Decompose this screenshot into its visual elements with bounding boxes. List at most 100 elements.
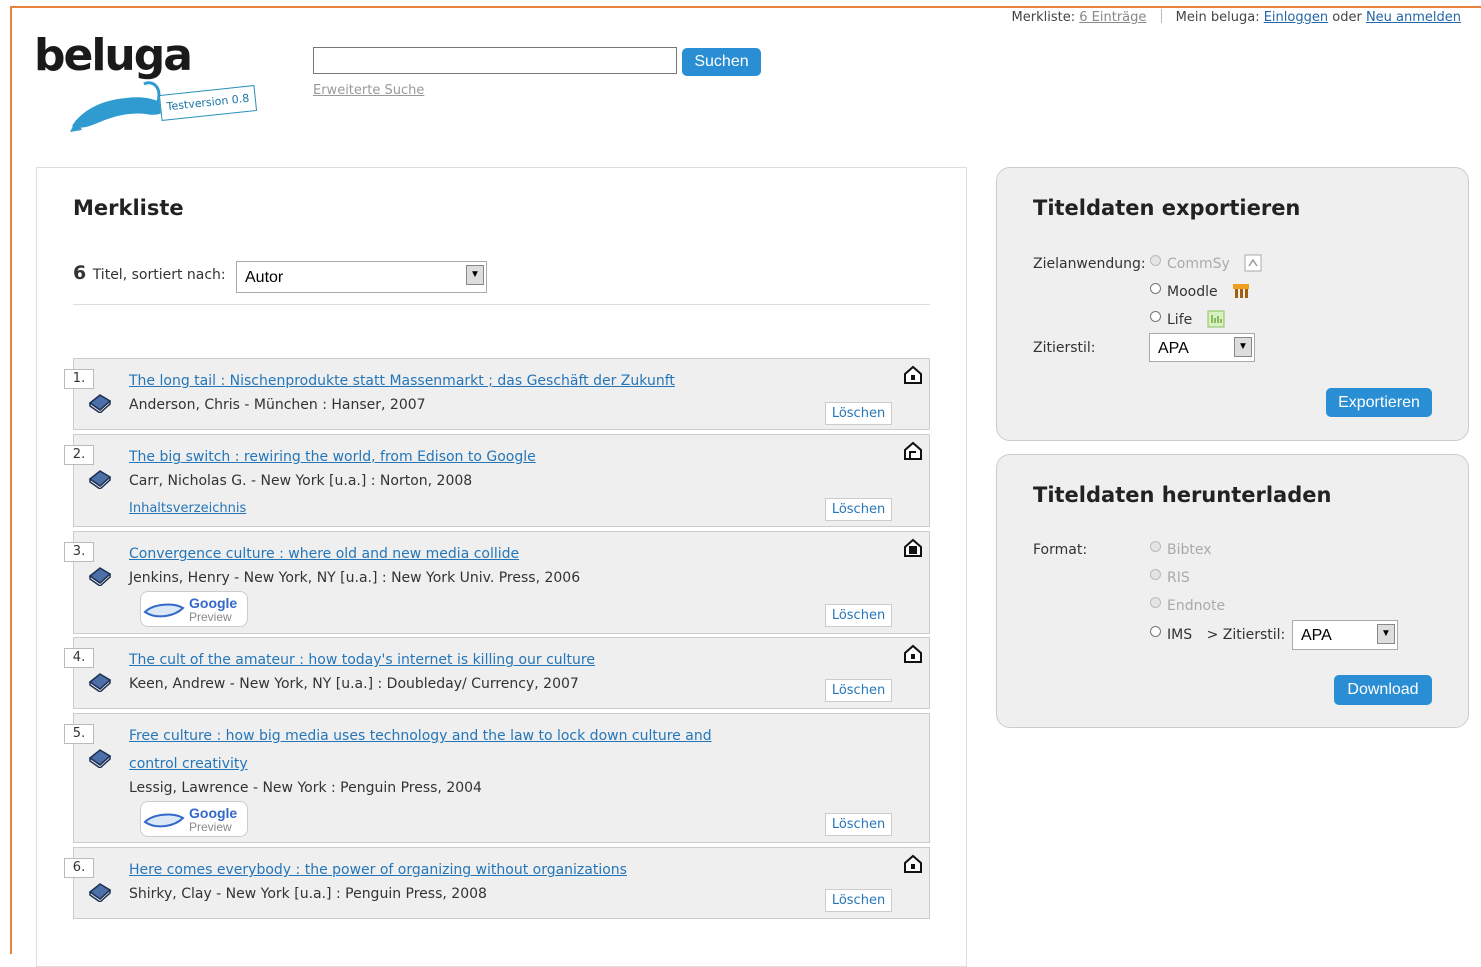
item-title-line1[interactable]: Free culture : how big media uses techno… [129,728,712,744]
radio-button[interactable] [1150,597,1161,608]
frame-top-border [10,6,1481,8]
item-meta: Keen, Andrew - New York, NY [u.a.] : Dou… [129,676,579,692]
topbar-divider [1160,9,1162,23]
top-bar: Merkliste: 6 Einträge Mein beluga: Einlo… [1012,9,1461,25]
chevron-down-icon[interactable]: ▼ [1377,624,1395,644]
preview-label: Preview [189,610,232,624]
preview-label: Preview [189,820,232,834]
book-preview-icon [143,603,185,618]
house-icon[interactable] [903,644,923,664]
house-icon[interactable] [903,441,923,461]
item-title-link[interactable]: The big switch : rewiring the world, fro… [129,443,749,471]
item-meta: Lessig, Lawrence - New York : Penguin Pr… [129,780,482,796]
delete-button[interactable]: Löschen [825,604,892,627]
export-cite-value: APA [1158,340,1189,357]
google-preview-button[interactable]: Google Preview [140,801,248,837]
logo-wordmark: beluga [34,30,193,81]
item-title-link[interactable]: The cult of the amateur : how today's in… [129,646,749,674]
mein-beluga-label: Mein beluga: [1175,10,1260,25]
house-icon[interactable] [903,538,923,558]
list-item: 1. The long tail : Nischenprodukte statt… [64,358,930,430]
item-title-line2[interactable]: control creativity [129,756,248,772]
download-button[interactable]: Download [1334,675,1432,705]
merkliste-label: Merkliste: [1011,10,1076,25]
radio-button[interactable] [1150,626,1161,637]
delete-button[interactable]: Löschen [825,402,892,425]
login-link[interactable]: Einloggen [1264,10,1328,25]
merkliste-link[interactable]: 6 Einträge [1079,10,1146,25]
radio-commsy[interactable]: CommSy [1150,254,1262,272]
chevron-down-icon[interactable]: ▼ [466,265,484,285]
ims-cite-label: > Zitierstil: [1206,627,1286,643]
download-cite-value: APA [1301,627,1332,644]
preview-brand: Google [189,595,238,611]
house-icon[interactable] [903,365,923,385]
item-count: 6 [73,262,87,284]
download-title: Titeldaten herunterladen [1033,483,1332,507]
list-item: 2. The big switch : rewiring the world, … [64,434,930,527]
radio-bibtex[interactable]: Bibtex [1150,541,1212,558]
cite-style-label: Zitierstil: [1033,340,1096,356]
item-title-link[interactable]: Convergence culture : where old and new … [129,540,749,568]
moodle-label: Moodle [1167,284,1218,300]
item-number: 3. [64,542,94,562]
export-cite-select[interactable]: APA ▼ [1149,333,1255,362]
register-link[interactable]: Neu anmelden [1366,10,1461,25]
item-title-link[interactable]: Here comes everybody : the power of orga… [129,856,749,884]
radio-moodle[interactable]: Moodle [1150,282,1250,300]
radio-button[interactable] [1150,541,1161,552]
radio-endnote[interactable]: Endnote [1150,597,1225,614]
item-meta: Jenkins, Henry - New York, NY [u.a.] : N… [129,570,581,586]
item-title-link[interactable]: Free culture : how big media uses techno… [129,722,749,778]
delete-button[interactable]: Löschen [825,889,892,912]
radio-button[interactable] [1150,283,1161,294]
radio-ims[interactable]: IMS > Zitierstil: [1150,626,1285,643]
delete-button[interactable]: Löschen [825,498,892,521]
radio-button[interactable] [1150,569,1161,580]
item-title-link[interactable]: The long tail : Nischenprodukte statt Ma… [129,367,749,395]
radio-life[interactable]: Life [1150,310,1225,328]
bibtex-label: Bibtex [1167,542,1212,558]
toc-link[interactable]: Inhaltsverzeichnis [129,501,246,516]
item-meta: Shirky, Clay - New York [u.a.] : Penguin… [129,886,487,902]
sort-select-value: Autor [245,269,284,286]
target-app-label: Zielanwendung: [1033,256,1146,272]
export-button[interactable]: Exportieren [1326,388,1432,417]
life-icon [1207,310,1225,328]
radio-ris[interactable]: RIS [1150,569,1190,586]
book-icon [88,673,112,692]
house-icon[interactable] [903,854,923,874]
chevron-down-icon[interactable]: ▼ [1234,337,1252,357]
download-cite-select[interactable]: APA ▼ [1292,620,1398,650]
export-title: Titeldaten exportieren [1033,196,1301,220]
page-title: Merkliste [73,196,184,220]
item-number: 2. [64,445,94,465]
merkliste-panel: Merkliste 6 Titel, sortiert nach: Autor … [36,167,967,967]
commsy-icon [1244,254,1262,272]
radio-button[interactable] [1150,311,1161,322]
search-button[interactable]: Suchen [682,48,761,76]
item-number: 5. [64,724,94,744]
delete-button[interactable]: Löschen [825,813,892,836]
frame-left-border [10,6,12,954]
list-item: 3. Convergence culture : where old and n… [64,531,930,634]
beluga-logo[interactable]: beluga Testversion 0.8 [34,30,264,132]
search-input[interactable] [313,47,677,74]
item-meta: Carr, Nicholas G. - New York [u.a.] : No… [129,473,473,489]
delete-button[interactable]: Löschen [825,679,892,702]
book-icon [88,749,112,768]
book-icon [88,567,112,586]
item-number: 1. [64,369,94,389]
sort-select[interactable]: Autor ▼ [236,261,487,293]
book-icon [88,883,112,902]
commsy-label: CommSy [1167,256,1230,272]
advanced-search-link[interactable]: Erweiterte Suche [313,83,424,98]
endnote-label: Endnote [1167,598,1226,614]
item-number: 6. [64,858,94,878]
google-preview-button[interactable]: Google Preview [140,591,248,627]
radio-button[interactable] [1150,255,1161,266]
list-item: 5. Free culture : how big media uses tec… [64,713,930,843]
export-panel: Titeldaten exportieren Zielanwendung: Co… [996,167,1469,441]
life-label: Life [1167,312,1193,328]
book-preview-icon [143,813,185,828]
